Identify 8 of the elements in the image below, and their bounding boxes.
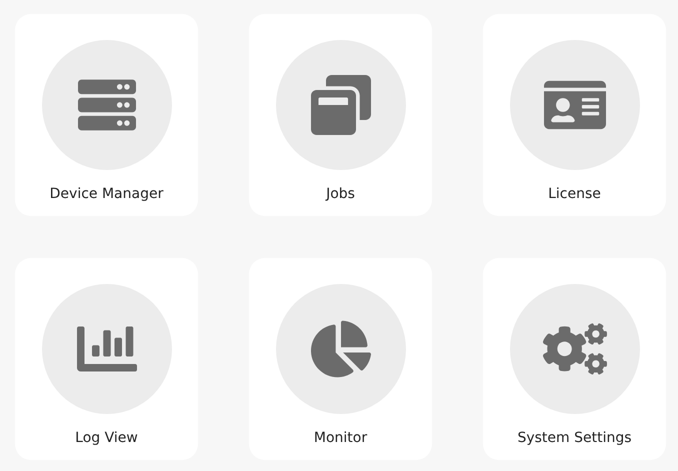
pie-chart-icon [310, 319, 370, 379]
tile-button[interactable]: System Settings [483, 258, 666, 460]
tile-button[interactable]: Device Manager [15, 14, 198, 216]
tile-button[interactable]: Log View [15, 258, 198, 460]
tile-button[interactable]: License [483, 14, 666, 216]
tile-button[interactable]: Jobs [249, 14, 432, 216]
tile-button[interactable]: Monitor [249, 258, 432, 460]
windows-icon [310, 75, 370, 135]
